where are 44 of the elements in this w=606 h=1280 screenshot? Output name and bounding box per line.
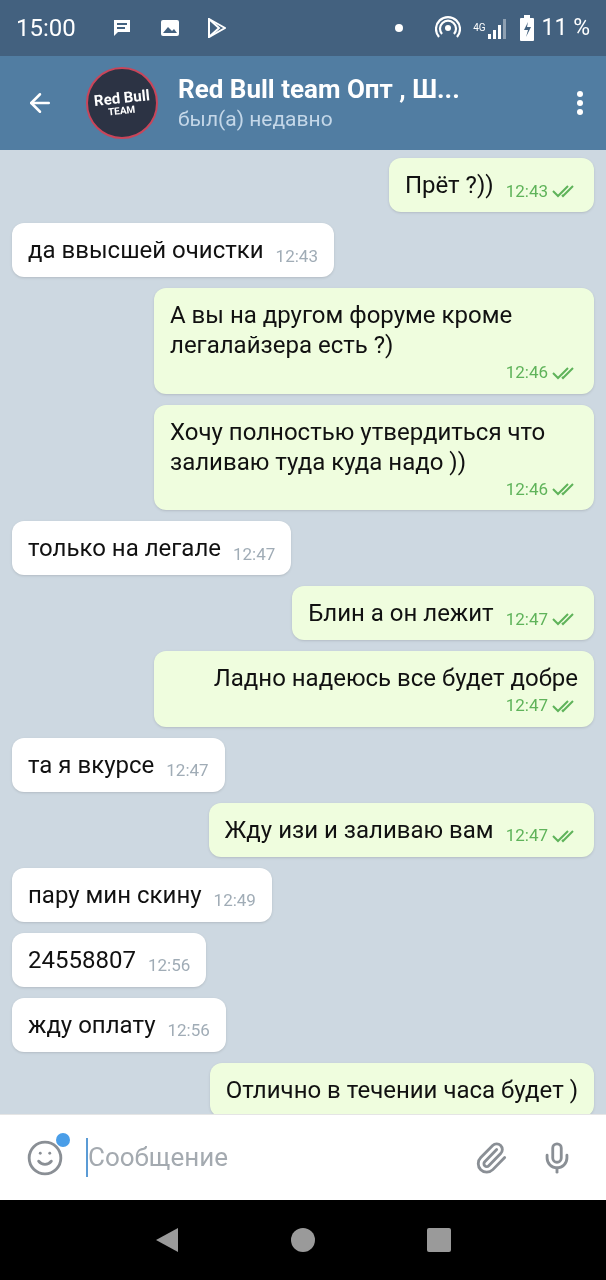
home-nav-icon[interactable] — [290, 1227, 316, 1253]
message-text: Жду изи и заливаю вам — [224, 814, 494, 845]
message-text: только на легале — [28, 533, 221, 563]
signal-icon — [485, 17, 508, 39]
message-time: 12:47 — [505, 607, 548, 631]
message-text: да ввысшей очистки — [28, 235, 264, 265]
notification-icon — [112, 19, 132, 37]
message-text: А вы на другом форуме кроме легалайзера есть ?) — [170, 300, 514, 360]
message-text: та я вкурсе — [28, 749, 155, 780]
back-nav-icon[interactable] — [154, 1226, 180, 1254]
avatar: Red Bull TEAM — [86, 67, 158, 139]
paperclip-icon — [474, 1140, 508, 1175]
message-text: пару мин скину — [28, 879, 202, 910]
message-time: 12:56 — [147, 954, 191, 977]
sticker-icon — [26, 1138, 64, 1177]
menu-icon — [577, 91, 583, 115]
message-time: 12:43 — [505, 179, 548, 203]
image-icon — [160, 19, 180, 37]
message-time: 12:47 — [505, 824, 548, 847]
message-time: 12:47 — [505, 694, 548, 717]
battery-level: 11 % — [541, 12, 590, 43]
message-time: 12:47 — [233, 542, 276, 566]
network-type: 4G — [473, 23, 486, 33]
message-text: Отлично в течении часа будет ) — [225, 1074, 578, 1105]
message-time: 12:56 — [167, 1019, 210, 1042]
message-time: 12:47 — [166, 759, 209, 782]
message-text: Прёт ?)) — [404, 170, 494, 200]
recents-nav-icon[interactable] — [426, 1227, 452, 1253]
chat-title: Red Bull team Опт , Ш... — [178, 73, 461, 105]
message-time: 12:43 — [275, 244, 318, 268]
message-text: 24558807 — [28, 944, 136, 975]
play-store-icon — [208, 18, 226, 38]
message-time: 12:46 — [505, 477, 548, 501]
message-text: Блин а он лежит — [308, 598, 494, 628]
message-time: 12:46 — [505, 361, 548, 384]
last-seen-status: был(а) недавно — [178, 106, 334, 133]
message-field[interactable]: Сообщение — [86, 1138, 466, 1177]
clock: 15:00 — [16, 13, 77, 44]
message-text: жду оплату — [28, 1009, 156, 1040]
battery-icon — [519, 15, 534, 41]
dot-icon — [395, 24, 404, 32]
message-text: Хочу полностью утвердиться что заливаю туда куда надо )) — [170, 416, 547, 477]
message-time: 12:49 — [213, 889, 256, 912]
message-text: Ладно надеюсь все будет добре — [213, 663, 578, 693]
